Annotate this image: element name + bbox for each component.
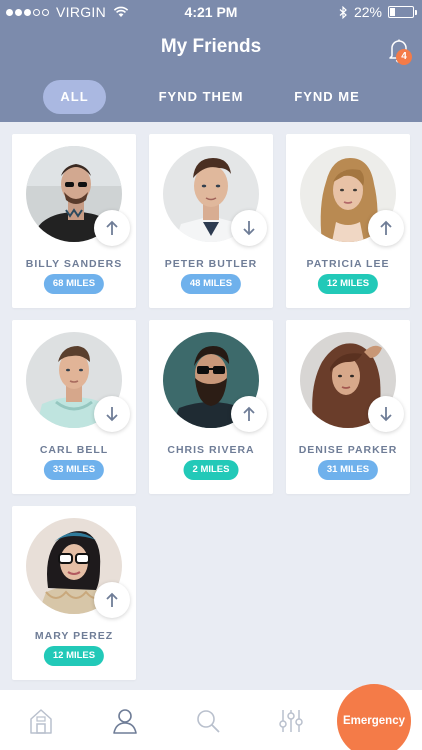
tab-bar: ALL FYND THEM FYND ME [0,80,422,114]
filters-icon[interactable] [274,704,308,738]
friend-card[interactable]: CHRIS RIVERA 2 MILES [149,320,273,494]
battery-icon [388,6,417,18]
notification-badge: 4 [396,49,412,65]
tab-all[interactable]: ALL [43,80,106,114]
status-bar: VIRGIN 4:21 PM 22% [0,0,422,24]
page-title: My Friends [160,36,262,57]
friend-card[interactable]: PETER BUTLER 48 MILES [149,134,273,308]
arrow-up-icon[interactable] [231,396,267,432]
arrow-down-icon[interactable] [94,396,130,432]
header: VIRGIN 4:21 PM 22% My Friends 4 ALL FYND… [0,0,422,122]
friend-name: PETER BUTLER [164,258,258,270]
friend-card[interactable]: PATRICIA LEE 12 MILES [286,134,410,308]
arrow-up-icon[interactable] [368,210,404,246]
friend-name: MARY PEREZ [34,630,114,642]
profile-icon[interactable] [108,704,142,738]
friend-card[interactable]: MARY PEREZ 12 MILES [12,506,136,680]
friend-name: DENISE PARKER [298,444,398,456]
arrow-down-icon[interactable] [368,396,404,432]
arrow-up-icon[interactable] [94,582,130,618]
distance-badge: 48 MILES [180,274,242,294]
friend-card[interactable]: BILLY SANDERS 68 MILES [12,134,136,308]
friend-name: PATRICIA LEE [306,258,390,270]
friend-name: CHRIS RIVERA [167,444,255,456]
distance-badge: 2 MILES [183,460,239,480]
friend-name: CARL BELL [39,444,109,456]
emergency-button[interactable]: Emergency [337,684,411,750]
distance-badge: 33 MILES [43,460,105,480]
status-right: 22% [339,4,417,20]
tab-fynd-me[interactable]: FYND ME [287,80,367,114]
arrow-up-icon[interactable] [94,210,130,246]
friend-name: BILLY SANDERS [25,258,123,270]
friend-card[interactable]: CARL BELL 33 MILES [12,320,136,494]
arrow-down-icon[interactable] [231,210,267,246]
distance-badge: 12 MILES [43,646,105,666]
friend-card[interactable]: DENISE PARKER 31 MILES [286,320,410,494]
tab-fynd-them[interactable]: FYND THEM [152,80,250,114]
distance-badge: 31 MILES [317,460,379,480]
distance-badge: 68 MILES [43,274,105,294]
battery-percent: 22% [353,4,382,20]
bluetooth-icon [339,5,347,19]
home-icon[interactable] [24,704,58,738]
search-icon[interactable] [191,704,225,738]
distance-badge: 12 MILES [317,274,379,294]
